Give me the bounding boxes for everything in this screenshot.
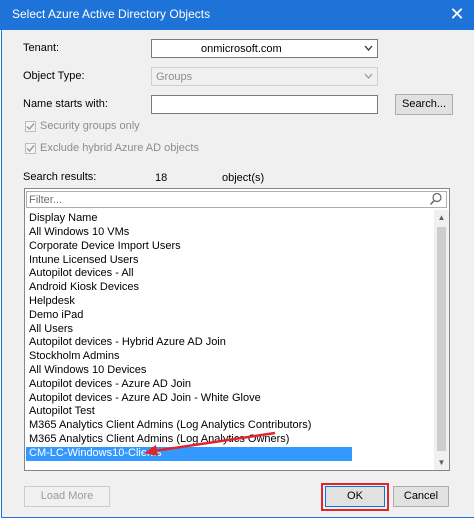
list-item[interactable]: Stockholm Admins	[26, 350, 434, 364]
list-item[interactable]: Demo iPad	[26, 309, 434, 323]
cancel-button[interactable]: Cancel	[393, 486, 449, 507]
list-rows: Display Name All Windows 10 VMs Corporat…	[26, 210, 434, 461]
chevron-down-icon	[364, 41, 373, 58]
scroll-thumb[interactable]	[437, 227, 446, 451]
ok-button[interactable]: OK	[325, 486, 385, 507]
object-type-label: Object Type:	[23, 70, 85, 82]
filter-input[interactable]	[29, 193, 424, 206]
results-count: 18	[155, 172, 168, 184]
object-type-value: Groups	[156, 71, 193, 83]
close-button[interactable]: ✕	[440, 0, 474, 30]
list-item[interactable]: Autopilot Test	[26, 405, 434, 419]
list-item[interactable]: All Users	[26, 323, 434, 337]
column-header-display-name[interactable]: Display Name	[26, 210, 434, 226]
window-title: Select Azure Active Directory Objects	[12, 7, 211, 21]
list-item[interactable]: All Windows 10 VMs	[26, 226, 434, 240]
list-item[interactable]: Helpdesk	[26, 295, 434, 309]
tenant-label: Tenant:	[23, 42, 60, 54]
list-item[interactable]: All Windows 10 Devices	[26, 364, 434, 378]
chevron-down-icon	[364, 69, 373, 86]
checkmark-icon	[26, 123, 35, 131]
list-item[interactable]: Corporate Device Import Users	[26, 240, 434, 254]
security-groups-label: Security groups only	[40, 120, 140, 132]
checkmark-icon	[26, 145, 35, 153]
tenant-dropdown[interactable]: onmicrosoft.com	[151, 39, 378, 58]
results-label: Search results:	[23, 171, 97, 183]
search-button[interactable]: Search...	[395, 94, 453, 115]
list-item[interactable]: Autopilot devices - Azure AD Join - Whit…	[26, 392, 434, 406]
exclude-hybrid-label: Exclude hybrid Azure AD objects	[40, 142, 199, 154]
name-input[interactable]	[151, 95, 378, 114]
vertical-scrollbar[interactable]: ▲ ▼	[434, 210, 449, 470]
list-item[interactable]: Autopilot devices - Hybrid Azure AD Join	[26, 336, 434, 350]
results-unit: object(s)	[222, 172, 265, 184]
list-item[interactable]: Android Kiosk Devices	[26, 281, 434, 295]
search-icon	[429, 192, 442, 206]
list-item[interactable]: Autopilot devices - All	[26, 267, 434, 281]
load-more-button[interactable]: Load More	[24, 486, 110, 507]
scroll-up-icon[interactable]: ▲	[434, 210, 449, 225]
filter-box[interactable]	[26, 191, 447, 208]
security-groups-checkbox[interactable]	[25, 121, 36, 132]
list-item[interactable]: Autopilot devices - Azure AD Join	[26, 378, 434, 392]
tenant-value: onmicrosoft.com	[201, 43, 282, 55]
list-item[interactable]: Intune Licensed Users	[26, 254, 434, 268]
exclude-hybrid-checkbox[interactable]	[25, 143, 36, 154]
scroll-down-icon[interactable]: ▼	[434, 455, 449, 470]
name-label: Name starts with:	[23, 98, 108, 110]
object-type-dropdown[interactable]: Groups	[151, 67, 378, 86]
annotation-arrow-icon	[144, 431, 276, 456]
title-bar[interactable]: Select Azure Active Directory Objects ✕	[0, 0, 474, 30]
